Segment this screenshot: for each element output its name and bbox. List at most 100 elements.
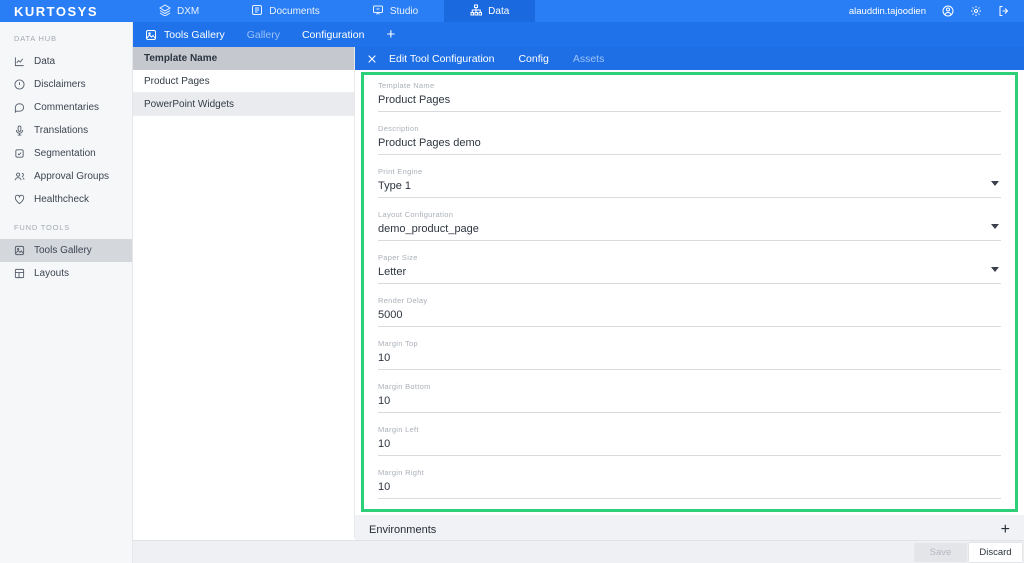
select-value: Letter [378, 266, 407, 278]
microphone-icon [15, 125, 24, 136]
sidebar-item-translations[interactable]: Translations [0, 119, 132, 142]
sidebar-item-disclaimers[interactable]: Disclaimers [0, 73, 132, 96]
template-list-header: Template Name [133, 47, 354, 70]
nav-item-studio[interactable]: Studio [346, 0, 444, 22]
field-description: Description Product Pages demo [378, 124, 1001, 155]
screen-icon [372, 4, 384, 19]
sidebar-section-data-hub: DATA HUB [14, 34, 57, 43]
sidebar-item-approval-groups[interactable]: Approval Groups [0, 165, 132, 188]
action-footer: Save Discard [133, 540, 1024, 563]
list-item-product-pages[interactable]: Product Pages [133, 70, 354, 93]
field-label: Margin Bottom [378, 382, 431, 391]
field-print-engine: Print Engine Type 1 [378, 167, 1001, 198]
save-button[interactable]: Save [914, 542, 967, 562]
top-nav: DXM Documents Studio Data [133, 0, 536, 22]
tab-config[interactable]: Config [518, 53, 548, 65]
image-icon [14, 245, 25, 256]
sidebar-item-label: Commentaries [34, 102, 100, 113]
sidebar-item-label: Translations [34, 125, 89, 136]
nav-label: Documents [269, 5, 320, 17]
field-label: Template Name [378, 81, 435, 90]
sidebar-item-data[interactable]: Data [0, 50, 132, 73]
margin-left-input[interactable]: 10 [378, 435, 1001, 456]
template-name-input[interactable]: Product Pages [378, 91, 1001, 112]
editor-title: Edit Tool Configuration [389, 52, 495, 65]
paper-size-select[interactable]: Letter [378, 263, 1001, 284]
field-layout-configuration: Layout Configuration demo_product_page [378, 210, 1001, 241]
sidebar-item-label: Layouts [34, 268, 70, 279]
field-label: Description [378, 124, 419, 133]
field-margin-right: Margin Right 10 [378, 468, 1001, 499]
tab-gallery[interactable]: Gallery [247, 29, 280, 41]
speech-bubble-icon [14, 103, 25, 113]
alert-circle-icon [14, 79, 25, 90]
field-label: Render Delay [378, 296, 428, 305]
field-label: Margin Top [378, 339, 418, 348]
top-bar: KURTOSYS DXM Documents Studio Data alaud… [0, 0, 1024, 22]
field-paper-size: Paper Size Letter [378, 253, 1001, 284]
sidebar-item-healthcheck[interactable]: Healthcheck [0, 188, 132, 211]
logout-icon[interactable] [998, 5, 1010, 17]
close-icon[interactable] [367, 54, 377, 64]
sidebar-item-label: Healthcheck [34, 194, 90, 205]
margin-top-input[interactable]: 10 [378, 349, 1001, 370]
tab-configuration[interactable]: Configuration [302, 29, 364, 41]
margin-right-input[interactable]: 10 [378, 478, 1001, 499]
field-label: Margin Right [378, 468, 425, 477]
chevron-down-icon[interactable] [991, 224, 999, 229]
sidebar-item-commentaries[interactable]: Commentaries [0, 96, 132, 119]
chevron-down-icon[interactable] [991, 181, 999, 186]
sidebar-item-label: Data [34, 56, 56, 67]
field-label: Paper Size [378, 253, 418, 262]
render-delay-input[interactable]: 5000 [378, 306, 1001, 327]
add-template-button[interactable]: + [386, 27, 395, 42]
nav-item-data[interactable]: Data [444, 0, 536, 22]
config-form: Template Name Product Pages Description … [361, 72, 1018, 512]
layout-configuration-select[interactable]: demo_product_page [378, 220, 1001, 241]
chart-icon [14, 57, 24, 67]
list-item-powerpoint-widgets[interactable]: PowerPoint Widgets [133, 93, 354, 116]
field-label: Print Engine [378, 167, 423, 176]
add-environment-button[interactable]: + [1001, 521, 1010, 539]
tab-assets[interactable]: Assets [573, 53, 605, 65]
top-right: alauddin.tajoodien [849, 0, 1024, 22]
field-render-delay: Render Delay 5000 [378, 296, 1001, 327]
box-check-icon [15, 149, 24, 158]
template-list-panel: Template Name Product Pages PowerPoint W… [133, 47, 355, 538]
discard-button[interactable]: Discard [969, 542, 1022, 562]
tools-gallery-toolbar: Tools Gallery Gallery Configuration + [133, 22, 1024, 47]
user-account-icon[interactable] [942, 5, 954, 17]
sidebar-item-label: Segmentation [34, 148, 96, 159]
print-engine-select[interactable]: Type 1 [378, 177, 1001, 198]
field-margin-left: Margin Left 10 [378, 425, 1001, 456]
sidebar-item-label: Approval Groups [34, 171, 110, 182]
chevron-down-icon[interactable] [991, 267, 999, 272]
nav-item-dxm[interactable]: DXM [133, 0, 225, 22]
editor-header: Edit Tool Configuration Config Assets [355, 47, 1024, 70]
sidebar-item-segmentation[interactable]: Segmentation [0, 142, 132, 165]
sidebar-item-layouts[interactable]: Layouts [0, 262, 132, 285]
select-value: demo_product_page [378, 223, 479, 235]
document-icon [251, 4, 263, 19]
sidebar-section-fund-tools: FUND TOOLS [14, 223, 71, 232]
field-margin-top: Margin Top 10 [378, 339, 1001, 370]
gear-icon[interactable] [970, 5, 982, 17]
field-template-name: Template Name Product Pages [378, 81, 1001, 112]
field-label: Margin Left [378, 425, 419, 434]
toolbar-title-tools-gallery[interactable]: Tools Gallery [145, 29, 225, 41]
hierarchy-icon [470, 4, 483, 19]
field-label: Layout Configuration [378, 210, 454, 219]
image-icon [146, 29, 156, 40]
heart-icon [14, 194, 25, 205]
environments-title: Environments [369, 523, 437, 536]
description-input[interactable]: Product Pages demo [378, 134, 1001, 155]
layout-icon [14, 268, 25, 279]
nav-item-documents[interactable]: Documents [225, 0, 346, 22]
select-value: Type 1 [378, 180, 412, 192]
sidebar: DATA HUB Data Disclaimers Commentaries T… [0, 22, 133, 563]
editor-panel: Edit Tool Configuration Config Assets Te… [355, 47, 1024, 544]
sidebar-item-tools-gallery[interactable]: Tools Gallery [0, 239, 132, 262]
nav-label: Data [488, 5, 510, 17]
margin-bottom-input[interactable]: 10 [378, 392, 1001, 413]
field-margin-bottom: Margin Bottom 10 [378, 382, 1001, 413]
